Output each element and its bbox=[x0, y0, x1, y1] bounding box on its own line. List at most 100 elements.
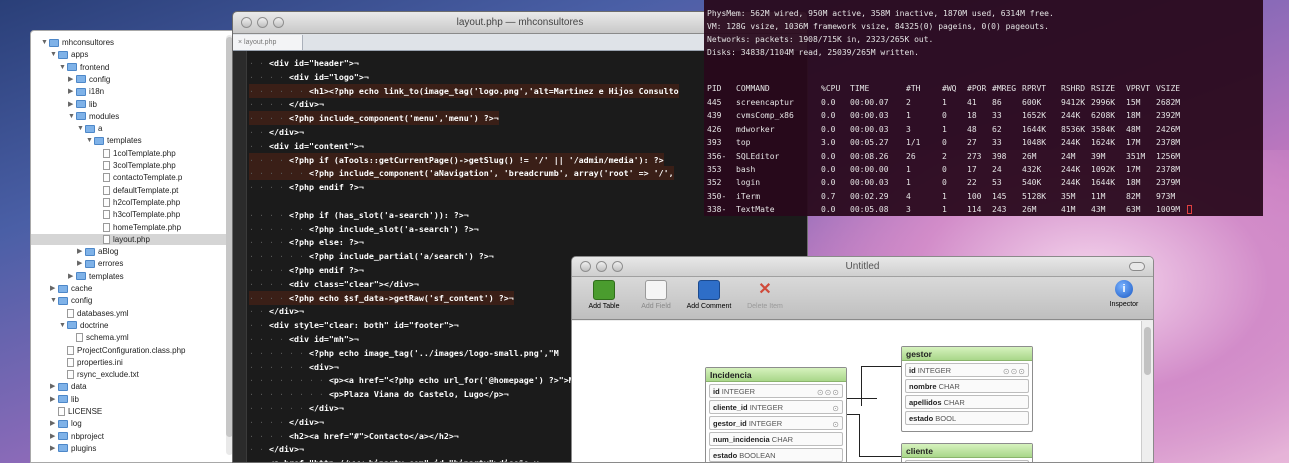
tree-file[interactable]: 3colTemplate.php bbox=[31, 160, 227, 171]
tree-file[interactable]: homeTemplate.php bbox=[31, 222, 227, 233]
tree-folder[interactable]: ▶ log bbox=[31, 418, 227, 429]
process-cell: top bbox=[736, 138, 751, 148]
tree-file[interactable]: h2colTemplate.php bbox=[31, 197, 227, 208]
disclosure-closed-icon[interactable]: ▶ bbox=[68, 99, 76, 110]
tree-item-label: nbproject bbox=[71, 431, 104, 441]
tree-file[interactable]: layout.php bbox=[31, 233, 227, 245]
disclosure-closed-icon[interactable]: ▶ bbox=[50, 283, 58, 294]
tree-folder[interactable]: ▼ apps bbox=[31, 49, 227, 60]
inspector-button[interactable]: i Inspector bbox=[1103, 280, 1145, 318]
tree-file[interactable]: schema.yml bbox=[31, 332, 227, 343]
folder-icon bbox=[76, 100, 86, 108]
tree-file[interactable]: properties.ini bbox=[31, 357, 227, 368]
tab-layout-php[interactable]: × layout.php bbox=[233, 35, 303, 50]
disclosure-open-icon[interactable]: ▼ bbox=[77, 123, 85, 134]
add-table-button[interactable]: Add Table bbox=[578, 280, 630, 318]
tree-folder[interactable]: ▶ plugins bbox=[31, 443, 227, 454]
code-line: · · · · <?php endif ?>¬ bbox=[249, 180, 364, 194]
process-cell: 24M bbox=[1061, 151, 1076, 161]
tree-file[interactable]: rsync_exclude.txt bbox=[31, 369, 227, 380]
tree-item-label: templates bbox=[89, 271, 124, 281]
entity-field[interactable]: estado BOOL bbox=[905, 411, 1029, 425]
tree-folder[interactable]: ▼ config bbox=[31, 295, 227, 306]
entity-field[interactable]: nombre CHAR bbox=[905, 379, 1029, 393]
disclosure-open-icon[interactable]: ▼ bbox=[59, 320, 67, 331]
field-name: apellidos bbox=[909, 398, 942, 407]
tree-folder[interactable]: ▼ doctrine bbox=[31, 320, 227, 331]
canvas-scroll-thumb[interactable] bbox=[1144, 327, 1151, 375]
disclosure-open-icon[interactable]: ▼ bbox=[41, 37, 49, 48]
tree-folder[interactable]: ▶ data bbox=[31, 381, 227, 392]
tree-file[interactable]: contactoTemplate.p bbox=[31, 172, 227, 183]
disclosure-closed-icon[interactable]: ▶ bbox=[50, 381, 58, 392]
process-cell: 2426M bbox=[1156, 124, 1181, 134]
tree-folder[interactable]: ▶ cache bbox=[31, 283, 227, 294]
terminal-column-header: VPRVT bbox=[1126, 84, 1151, 93]
disclosure-closed-icon[interactable]: ▶ bbox=[68, 86, 76, 97]
disclosure-closed-icon[interactable]: ▶ bbox=[77, 246, 85, 257]
disclosure-open-icon[interactable]: ▼ bbox=[86, 135, 94, 146]
process-cell: 18M bbox=[1126, 111, 1141, 121]
terminal-window[interactable]: PhysMem: 562M wired, 950M active, 358M i… bbox=[704, 0, 1263, 216]
tree-item-label: h3colTemplate.php bbox=[113, 210, 181, 220]
disclosure-closed-icon[interactable]: ▶ bbox=[77, 258, 85, 269]
canvas-scrollbar[interactable] bbox=[1141, 321, 1153, 462]
disclosure-closed-icon[interactable]: ▶ bbox=[50, 443, 58, 454]
tree-folder[interactable]: ▶ templates bbox=[31, 271, 227, 282]
tree-file[interactable]: databases.yml bbox=[31, 308, 227, 319]
tree-folder[interactable]: ▼ templates bbox=[31, 135, 227, 146]
diagram-canvas[interactable]: Incidencia id INTEGER ⊙⊙⊙ cliente_id INTEGE… bbox=[572, 321, 1141, 462]
tree-folder[interactable]: ▼ modules bbox=[31, 111, 227, 122]
entity-name[interactable]: gestor bbox=[902, 347, 1032, 361]
entity-field[interactable]: estado BOOLEAN bbox=[709, 448, 843, 462]
disclosure-closed-icon[interactable]: ▶ bbox=[50, 418, 58, 429]
code-line: · · <a href="http://www.binarty.com" id=… bbox=[249, 456, 539, 462]
db-titlebar[interactable]: Untitled bbox=[572, 257, 1153, 277]
tree-folder[interactable]: ▼ mhconsultores bbox=[31, 37, 227, 48]
disclosure-closed-icon[interactable]: ▶ bbox=[50, 431, 58, 442]
toolbar-toggle-icon[interactable] bbox=[1129, 262, 1145, 271]
entity-field[interactable]: cliente_id INTEGER ⊙ bbox=[709, 400, 843, 414]
tree-file[interactable]: ProjectConfiguration.class.php bbox=[31, 345, 227, 356]
disclosure-open-icon[interactable]: ▼ bbox=[50, 295, 58, 306]
tree-folder[interactable]: ▼ frontend bbox=[31, 62, 227, 73]
tree-folder[interactable]: ▶ i18n bbox=[31, 86, 227, 97]
delete-item-button[interactable]: ✕ Delete Item bbox=[740, 280, 790, 318]
add-comment-icon bbox=[698, 280, 720, 300]
tree-folder[interactable]: ▶ aBlog bbox=[31, 246, 227, 257]
code-text: <div id="header">¬ bbox=[268, 58, 359, 68]
editor-gutter bbox=[233, 51, 247, 462]
disclosure-closed-icon[interactable]: ▶ bbox=[68, 74, 76, 85]
tree-folder[interactable]: ▶ lib bbox=[31, 99, 227, 110]
entity-field[interactable]: num_incidencia CHAR bbox=[709, 432, 843, 446]
tree-folder[interactable]: ▶ nbproject bbox=[31, 431, 227, 442]
entity-name[interactable]: cliente bbox=[902, 444, 1032, 458]
entity-cliente[interactable]: clienteid INTEGER⊙⊙⊙ bbox=[901, 443, 1033, 462]
entity-field[interactable]: gestor_id INTEGER ⊙ bbox=[709, 416, 843, 430]
disclosure-open-icon[interactable]: ▼ bbox=[68, 111, 76, 122]
tree-folder[interactable]: ▶ config bbox=[31, 74, 227, 85]
entity-field[interactable]: id INTEGER ⊙⊙⊙ bbox=[709, 384, 843, 398]
disclosure-closed-icon[interactable]: ▶ bbox=[68, 271, 76, 282]
tree-file[interactable]: defaultTemplate.pt bbox=[31, 185, 227, 196]
disclosure-open-icon[interactable]: ▼ bbox=[59, 62, 67, 73]
tree-file[interactable]: LICENSE bbox=[31, 406, 227, 417]
entity-field[interactable]: apellidos CHAR bbox=[905, 395, 1029, 409]
tree-file[interactable]: 1colTemplate.php bbox=[31, 148, 227, 159]
entity-incidencia[interactable]: Incidencia id INTEGER ⊙⊙⊙ cliente_id INTEGE… bbox=[705, 367, 847, 462]
add-field-button[interactable]: Add Field bbox=[634, 280, 678, 318]
disclosure-closed-icon[interactable]: ▶ bbox=[50, 394, 58, 405]
tree-folder[interactable]: ▼ a bbox=[31, 123, 227, 134]
tree-folder[interactable]: ▶ errores bbox=[31, 258, 227, 269]
entity-field[interactable]: id INTEGER ⊙⊙⊙ bbox=[905, 363, 1029, 377]
tree-file[interactable]: h3colTemplate.php bbox=[31, 209, 227, 220]
field-key-icons: ⊙⊙⊙ bbox=[816, 388, 840, 397]
disclosure-open-icon[interactable]: ▼ bbox=[50, 49, 58, 60]
tree-item-label: lib bbox=[89, 99, 98, 109]
field-type: BOOLEAN bbox=[737, 451, 776, 460]
entity-name[interactable]: Incidencia bbox=[706, 368, 846, 382]
add-comment-button[interactable]: Add Comment bbox=[680, 280, 738, 318]
tree-item-label: layout.php bbox=[113, 234, 150, 244]
entity-gestor[interactable]: gestor id INTEGER ⊙⊙⊙ nombre CHAR apellidos … bbox=[901, 346, 1033, 432]
tree-folder[interactable]: ▶ lib bbox=[31, 394, 227, 405]
